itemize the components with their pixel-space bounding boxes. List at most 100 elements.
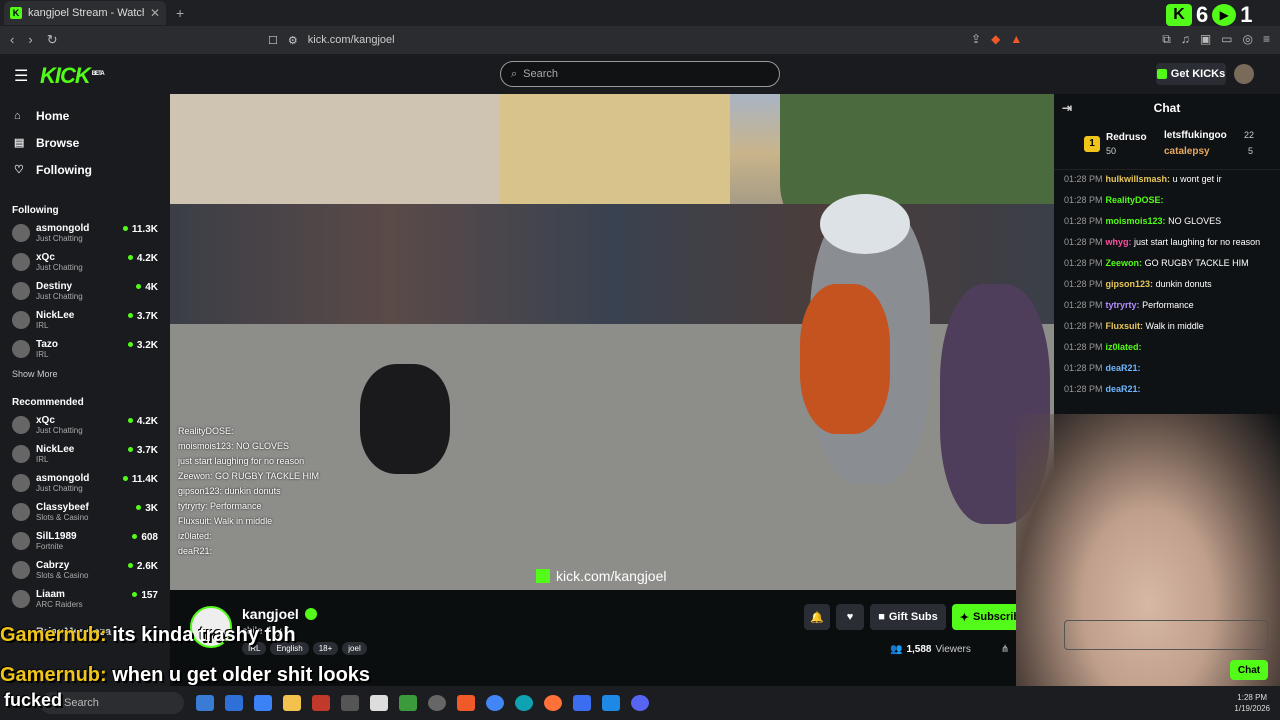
chat-text: NO GLOVES xyxy=(1168,216,1222,226)
channel-item[interactable]: Liaam ARC Raiders 157 xyxy=(0,586,170,615)
new-tab-icon[interactable]: + xyxy=(176,5,184,21)
chat-user[interactable]: whyg: xyxy=(1106,237,1132,247)
site-info-icon[interactable]: ⚙ xyxy=(288,34,298,47)
share-icon[interactable]: ⇪ xyxy=(971,32,981,47)
vpn-icon[interactable]: ◎ xyxy=(1243,32,1253,47)
channel-avatar xyxy=(12,474,30,492)
channel-item[interactable]: xQc Just Chatting 4.2K xyxy=(0,249,170,278)
app-icon[interactable] xyxy=(254,695,272,711)
chat-user[interactable]: tytryrty: xyxy=(1106,300,1140,310)
media-icon[interactable]: ♫ xyxy=(1181,32,1190,47)
app-icon[interactable] xyxy=(399,695,417,711)
browser-tab[interactable]: K kangjoel Stream - Watch Live ✕ xyxy=(4,1,166,25)
kicks-icon xyxy=(1156,69,1167,79)
kick-logo[interactable]: KICK BETA xyxy=(40,63,105,89)
chat-message: 01:28 PM Fluxsuit: Walk in middle xyxy=(1064,319,1270,333)
overlay-line-3: fucked xyxy=(4,690,63,710)
url-field[interactable]: ☐ ⚙ kick.com/kangjoel xyxy=(268,30,988,50)
wallet-icon[interactable]: ▭ xyxy=(1221,32,1232,47)
sidebar-icon[interactable]: ▣ xyxy=(1200,32,1211,47)
building-yellow xyxy=(500,94,730,204)
sidebar: ⌂ Home ▤ Browse ♡ Following Following asmon… xyxy=(0,94,170,686)
channel-item[interactable]: asmongold Just Chatting 11.3K xyxy=(0,220,170,249)
send-chat-button[interactable]: Chat xyxy=(1230,660,1268,680)
search-input[interactable]: ⌕ Search xyxy=(500,61,780,87)
overlay-chat-line: RealityDOSE: xyxy=(178,426,234,436)
chat-message: 01:28 PM whyg: just start laughing for no… xyxy=(1064,235,1270,249)
chat-user[interactable]: hulkwillsmash: xyxy=(1106,174,1171,184)
avatar[interactable] xyxy=(1234,64,1254,84)
firefox-icon[interactable] xyxy=(544,695,562,711)
overlay-chat-line: iz0lated: xyxy=(178,531,212,541)
sidebar-item-home[interactable]: ⌂ Home xyxy=(0,102,170,129)
chat-user[interactable]: iz0lated: xyxy=(1106,342,1142,352)
app-icon[interactable] xyxy=(225,695,243,711)
show-more-link[interactable]: Show More xyxy=(0,369,170,379)
chat-message: 01:28 PM deaR21: xyxy=(1064,361,1270,375)
back-icon[interactable]: ‹ xyxy=(10,32,14,48)
chat-user[interactable]: Zeewon: xyxy=(1106,258,1143,268)
app-icon[interactable] xyxy=(370,695,388,711)
shield-icon[interactable]: ◆ xyxy=(991,32,1000,47)
logo-beta: BETA xyxy=(91,70,105,77)
discord-icon[interactable] xyxy=(631,695,649,711)
chat-text: Walk in middle xyxy=(1145,321,1204,331)
channel-item[interactable]: Classybeef Slots & Casino 3K xyxy=(0,499,170,528)
menu-icon[interactable]: ≡ xyxy=(1263,32,1270,47)
chat-user[interactable]: moismois123: xyxy=(1106,216,1166,226)
bookmark-icon[interactable]: ☐ xyxy=(268,34,278,47)
chat-input[interactable] xyxy=(1064,620,1268,650)
chat-message: 01:28 PM gipson123: dunkin donuts xyxy=(1064,277,1270,291)
channel-item[interactable]: NickLee IRL 3.7K xyxy=(0,441,170,470)
chat-user[interactable]: deaR21: xyxy=(1106,384,1141,394)
bell-icon: 🔔 xyxy=(810,611,824,624)
vscode-icon[interactable] xyxy=(602,695,620,711)
sidebar-item-following[interactable]: ♡ Following xyxy=(0,156,170,183)
app-icon[interactable] xyxy=(312,695,330,711)
chrome-icon[interactable] xyxy=(486,695,504,711)
channel-item[interactable]: Cabrzy Slots & Casino 2.6K xyxy=(0,557,170,586)
channel-item[interactable]: xQc Just Chatting 4.2K xyxy=(0,412,170,441)
channel-viewers: 11.3K xyxy=(123,224,158,235)
system-clock[interactable]: 1:28 PM 1/19/2026 xyxy=(1234,692,1270,714)
get-kicks-button[interactable]: Get KICKs xyxy=(1156,63,1226,85)
forward-icon[interactable]: › xyxy=(28,32,32,48)
extensions-icon[interactable]: ⧉ xyxy=(1162,32,1171,47)
tag[interactable]: 18+ xyxy=(312,642,339,655)
chat-user[interactable]: deaR21: xyxy=(1106,363,1141,373)
reload-icon[interactable]: ↻ xyxy=(47,32,58,48)
app-icon[interactable] xyxy=(341,695,359,711)
follow-button[interactable]: ♥ xyxy=(836,604,864,630)
chat-message: 01:28 PM RealityDOSE: xyxy=(1064,193,1270,207)
edge-icon[interactable] xyxy=(515,695,533,711)
notify-button[interactable]: 🔔 xyxy=(804,604,830,630)
overlay-chat-line: just start laughing for no reason xyxy=(178,456,305,466)
chat-user[interactable]: RealityDOSE: xyxy=(1106,195,1164,205)
channel-item[interactable]: asmongold Just Chatting 11.4K xyxy=(0,470,170,499)
brave-icon[interactable] xyxy=(457,695,475,711)
close-tab-icon[interactable]: ✕ xyxy=(150,6,160,20)
overlay-chat-line: gipson123: dunkin donuts xyxy=(178,486,281,496)
gift-subs-button[interactable]: ■ Gift Subs xyxy=(870,604,946,630)
channel-viewers: 3.7K xyxy=(128,445,158,456)
video-player[interactable]: RealityDOSE: moismois123: NO GLOVES just s… xyxy=(170,94,1054,590)
app-icon[interactable] xyxy=(196,695,214,711)
chat-user[interactable]: gipson123: xyxy=(1106,279,1154,289)
sidebar-item-browse[interactable]: ▤ Browse xyxy=(0,129,170,156)
share-icon[interactable]: ⋔ xyxy=(1001,644,1009,655)
app-icon[interactable] xyxy=(573,695,591,711)
channel-item[interactable]: Destiny Just Chatting 4K xyxy=(0,278,170,307)
hamburger-menu-icon[interactable]: ☰ xyxy=(14,66,28,86)
channel-item[interactable]: NickLee IRL 3.7K xyxy=(0,307,170,336)
streamer-name[interactable]: kangjoel xyxy=(242,606,317,622)
channel-item[interactable]: SilL1989 Fortnite 608 xyxy=(0,528,170,557)
chat-time: 01:28 PM xyxy=(1064,174,1103,184)
channel-item[interactable]: Tazo IRL 3.2K xyxy=(0,336,170,365)
tag[interactable]: joel xyxy=(342,642,367,655)
rewards-icon[interactable]: ▲ xyxy=(1010,32,1022,47)
overlay-line-2: Gamernub: when u get older shit looks xyxy=(0,664,370,687)
collapse-chat-icon[interactable]: ⇥ xyxy=(1062,101,1072,115)
app-icon[interactable] xyxy=(428,695,446,711)
chat-user[interactable]: Fluxsuit: xyxy=(1106,321,1144,331)
folder-icon[interactable] xyxy=(283,695,301,711)
